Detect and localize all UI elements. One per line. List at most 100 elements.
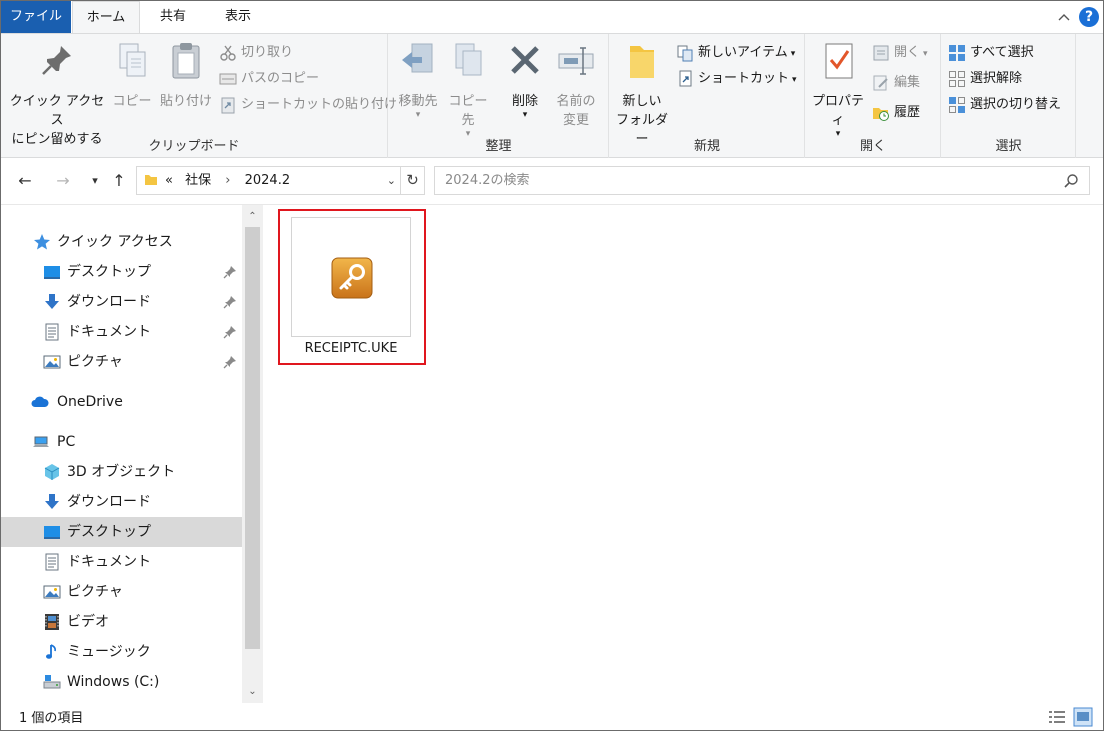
nav-pc-videos[interactable]: ビデオ: [1, 607, 242, 637]
pinned-icon[interactable]: [223, 265, 237, 279]
nav-pc-pictures[interactable]: ピクチャ: [1, 577, 242, 607]
invert-selection-button[interactable]: 選択の切り替え: [948, 94, 1061, 116]
select-all-button[interactable]: すべて選択: [948, 42, 1034, 64]
tab-file[interactable]: ファイル: [1, 1, 71, 33]
move-to-button[interactable]: 移動先 ▾: [393, 40, 443, 120]
paste-shortcut-button[interactable]: ショートカットの貼り付け: [219, 94, 397, 116]
nav-3d-objects-label: 3D オブジェクト: [67, 464, 176, 480]
address-dropdown-icon[interactable]: ⌄: [387, 167, 396, 194]
copy-path-label: パスのコピー: [241, 71, 320, 86]
select-none-button[interactable]: 選択解除: [948, 68, 1022, 90]
open-button[interactable]: 開く ▾: [872, 42, 928, 64]
new-folder-button[interactable]: 新しい フォルダー: [612, 40, 672, 149]
nav-qa-documents[interactable]: ドキュメント: [1, 317, 242, 347]
back-arrow-icon[interactable]: ←: [15, 171, 35, 191]
breadcrumb-item-shaho[interactable]: 社保: [185, 173, 211, 188]
rename-button[interactable]: 名前の 変更: [551, 40, 601, 130]
move-to-dropdown-icon: ▾: [415, 110, 421, 120]
rename-label-2: 変更: [562, 113, 589, 128]
shortcut-button[interactable]: ショートカット ▾: [676, 68, 797, 90]
delete-x-icon: [511, 46, 539, 74]
annotation-highlight-box: [278, 209, 426, 365]
scissors-icon: [220, 45, 236, 61]
history-button[interactable]: 履歴: [872, 102, 920, 124]
rename-label-1: 名前の: [556, 94, 596, 109]
drive-icon: [43, 675, 61, 689]
search-input[interactable]: 2024.2の検索: [434, 166, 1090, 195]
folder-icon: [145, 175, 157, 185]
cut-button[interactable]: 切り取り: [219, 42, 293, 64]
properties-button[interactable]: プロパティ ▾: [808, 40, 868, 139]
nav-pc[interactable]: PC: [1, 427, 242, 457]
nav-pc-music-label: ミュージック: [67, 644, 151, 660]
collapse-ribbon-icon[interactable]: [1056, 9, 1072, 25]
forward-arrow-icon[interactable]: →: [53, 171, 73, 191]
shortcut-icon: [679, 70, 692, 86]
nav-pane-scrollbar[interactable]: ⌃ ⌄: [242, 205, 263, 704]
paste-label: 貼り付け: [159, 94, 212, 109]
nav-qa-downloads-label: ダウンロード: [67, 294, 151, 310]
breadcrumb-item-current[interactable]: 2024.2: [245, 173, 291, 188]
rename-icon: [558, 47, 594, 75]
nav-pc-windows-drive[interactable]: Windows (C:): [1, 667, 242, 697]
nav-onedrive-label: OneDrive: [57, 394, 123, 410]
copy-button[interactable]: コピー: [111, 40, 153, 111]
up-arrow-icon[interactable]: ↑: [109, 171, 129, 191]
move-to-label: 移動先: [398, 94, 438, 109]
nav-3d-objects[interactable]: 3D オブジェクト: [1, 457, 242, 487]
scroll-up-chevron-icon[interactable]: ⌃: [246, 210, 259, 223]
tab-share[interactable]: 共有: [141, 1, 205, 33]
document-icon: [45, 323, 59, 341]
explorer-window: ファイル ホーム 共有 表示 ? クイック アクセス にピン留めする コピー 貼…: [0, 0, 1104, 731]
new-item-button[interactable]: 新しいアイテム ▾: [676, 42, 795, 64]
recent-locations-chevron-icon[interactable]: ▾: [85, 171, 105, 191]
nav-pc-documents-label: ドキュメント: [67, 554, 151, 570]
pinned-icon[interactable]: [223, 295, 237, 309]
copy-path-button[interactable]: パスのコピー: [219, 68, 319, 90]
breadcrumb-overflow[interactable]: «: [165, 173, 173, 188]
tab-view[interactable]: 表示: [206, 1, 270, 33]
3d-cube-icon: [44, 464, 60, 480]
refresh-icon[interactable]: ↻: [401, 166, 425, 195]
help-icon[interactable]: ?: [1079, 7, 1099, 27]
download-arrow-icon: [45, 494, 59, 509]
nav-qa-desktop[interactable]: デスクトップ: [1, 257, 242, 287]
details-view-icon[interactable]: [1047, 707, 1067, 727]
paste-icon: [172, 43, 200, 79]
copy-to-button[interactable]: コピー先 ▾: [443, 40, 493, 139]
new-item-label: 新しいアイテム: [698, 45, 788, 60]
scroll-down-chevron-icon[interactable]: ⌄: [246, 685, 259, 698]
delete-dropdown-icon: ▾: [522, 110, 528, 120]
nav-pc-desktop[interactable]: デスクトップ: [1, 517, 242, 547]
large-icons-view-icon[interactable]: [1073, 707, 1093, 727]
nav-qa-pictures[interactable]: ピクチャ: [1, 347, 242, 377]
search-icon[interactable]: [1063, 173, 1079, 189]
nav-pc-music[interactable]: ミュージック: [1, 637, 242, 667]
edit-label: 編集: [894, 75, 921, 90]
edit-button[interactable]: 編集: [872, 72, 920, 94]
nav-quick-access[interactable]: クイック アクセス: [1, 227, 242, 257]
address-bar[interactable]: « 社保 › 2024.2 ⌄: [136, 166, 401, 195]
nav-onedrive[interactable]: OneDrive: [1, 387, 242, 417]
paste-button[interactable]: 貼り付け: [157, 40, 215, 111]
nav-qa-downloads[interactable]: ダウンロード: [1, 287, 242, 317]
copy-label: コピー: [112, 94, 152, 109]
scrollbar-thumb[interactable]: [245, 227, 260, 649]
tab-home[interactable]: ホーム: [72, 1, 140, 34]
pinned-icon[interactable]: [223, 355, 237, 369]
ribbon-home: クイック アクセス にピン留めする コピー 貼り付け 切り取り パスのコピー シ…: [1, 33, 1103, 158]
music-note-icon: [46, 644, 56, 659]
nav-pc-label: PC: [57, 434, 76, 450]
status-bar: 1 個の項目: [1, 703, 1103, 730]
nav-pc-documents[interactable]: ドキュメント: [1, 547, 242, 577]
nav-pc-windows-drive-label: Windows (C:): [67, 674, 160, 690]
file-list-area[interactable]: RECEIPTC.UKE: [263, 204, 1103, 703]
delete-button[interactable]: 削除 ▾: [501, 40, 549, 120]
pinned-icon[interactable]: [223, 325, 237, 339]
nav-pc-downloads[interactable]: ダウンロード: [1, 487, 242, 517]
download-arrow-icon: [45, 294, 59, 309]
pictures-icon: [43, 585, 61, 599]
pin-to-quick-access-button[interactable]: クイック アクセス にピン留めする: [7, 40, 107, 149]
breadcrumb-separator-icon[interactable]: ›: [225, 173, 230, 188]
group-label-open: 開く: [859, 139, 886, 154]
